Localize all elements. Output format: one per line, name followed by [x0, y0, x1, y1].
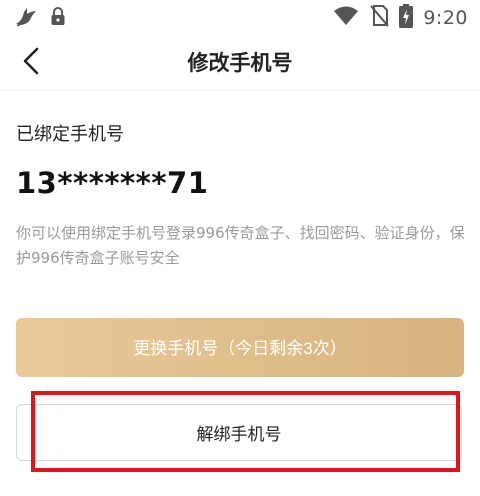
back-button[interactable]	[8, 40, 54, 86]
battery-charging-icon	[399, 4, 414, 32]
phone-number: 13*******71	[16, 166, 209, 200]
no-sim-icon	[369, 4, 390, 32]
bird-icon	[14, 6, 38, 32]
page-title: 修改手机号	[187, 51, 293, 75]
wifi-icon	[333, 5, 359, 31]
bound-phone-label: 已绑定手机号	[16, 124, 124, 145]
status-bar: 9:20	[0, 0, 480, 36]
status-time: 9:20	[423, 7, 468, 29]
status-left-icons	[14, 6, 66, 32]
nav-bar: 修改手机号	[0, 36, 480, 91]
chevron-left-icon	[20, 46, 42, 80]
unbind-phone-button[interactable]: 解绑手机号	[16, 404, 462, 461]
change-phone-button[interactable]: 更换手机号（今日剩余3次）	[16, 318, 464, 377]
description-text: 你可以使用绑定手机号登录996传奇盒子、找回密码、验证身份，保护996传奇盒子账…	[16, 224, 465, 267]
lock-icon	[50, 7, 66, 31]
status-right-icons: 9:20	[333, 4, 468, 32]
